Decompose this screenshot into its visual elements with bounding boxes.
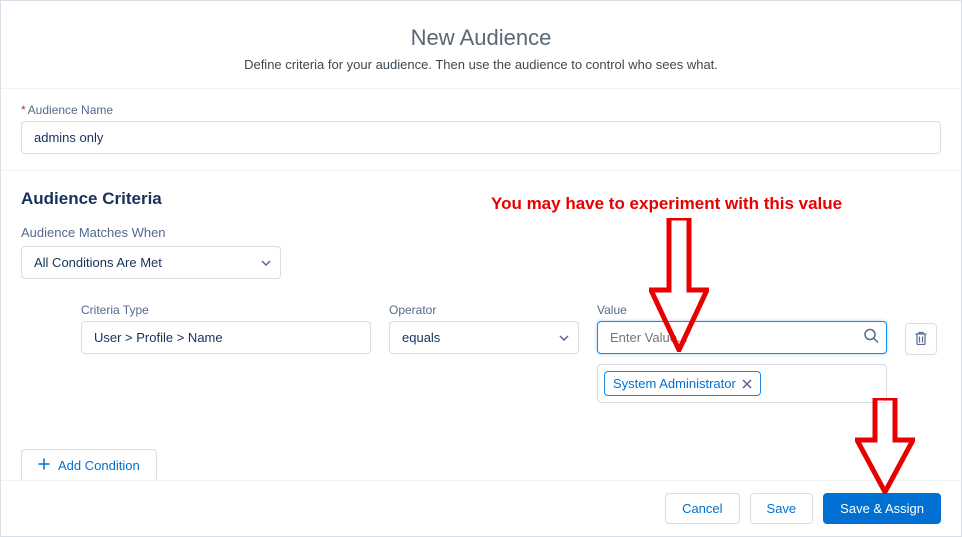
delete-row-button[interactable] — [905, 323, 937, 355]
save-button[interactable]: Save — [750, 493, 814, 524]
criteria-heading: Audience Criteria — [21, 189, 941, 209]
required-indicator: * — [21, 103, 26, 117]
modal-subtitle: Define criteria for your audience. Then … — [21, 57, 941, 72]
trash-icon — [914, 331, 928, 348]
matches-when-label: Audience Matches When — [21, 225, 941, 240]
remove-chip-button[interactable] — [742, 379, 752, 389]
criteria-type-label: Criteria Type — [81, 303, 371, 317]
selected-values-container: System Administrator — [597, 364, 887, 403]
operator-select[interactable]: equals — [389, 321, 579, 354]
value-chip: System Administrator — [604, 371, 761, 396]
plus-icon — [38, 458, 50, 473]
audience-name-input[interactable] — [21, 121, 941, 154]
add-condition-button[interactable]: Add Condition — [21, 449, 157, 482]
new-audience-modal: New Audience Define criteria for your au… — [0, 0, 962, 537]
audience-name-section: *Audience Name — [1, 89, 961, 171]
criteria-row: Criteria Type User > Profile > Name Oper… — [81, 303, 941, 403]
value-label: Value — [597, 303, 887, 317]
chip-label: System Administrator — [613, 376, 736, 391]
matches-when-select[interactable]: All Conditions Are Met — [21, 246, 281, 279]
criteria-type-select[interactable]: User > Profile > Name — [81, 321, 371, 354]
value-input[interactable] — [597, 321, 887, 354]
search-icon — [863, 327, 879, 348]
criteria-section: Audience Criteria Audience Matches When … — [1, 171, 961, 502]
modal-footer: Cancel Save Save & Assign — [1, 480, 961, 536]
modal-header: New Audience Define criteria for your au… — [1, 1, 961, 89]
operator-label: Operator — [389, 303, 579, 317]
audience-name-label: *Audience Name — [21, 103, 941, 117]
save-and-assign-button[interactable]: Save & Assign — [823, 493, 941, 524]
cancel-button[interactable]: Cancel — [665, 493, 739, 524]
modal-title: New Audience — [21, 25, 941, 51]
